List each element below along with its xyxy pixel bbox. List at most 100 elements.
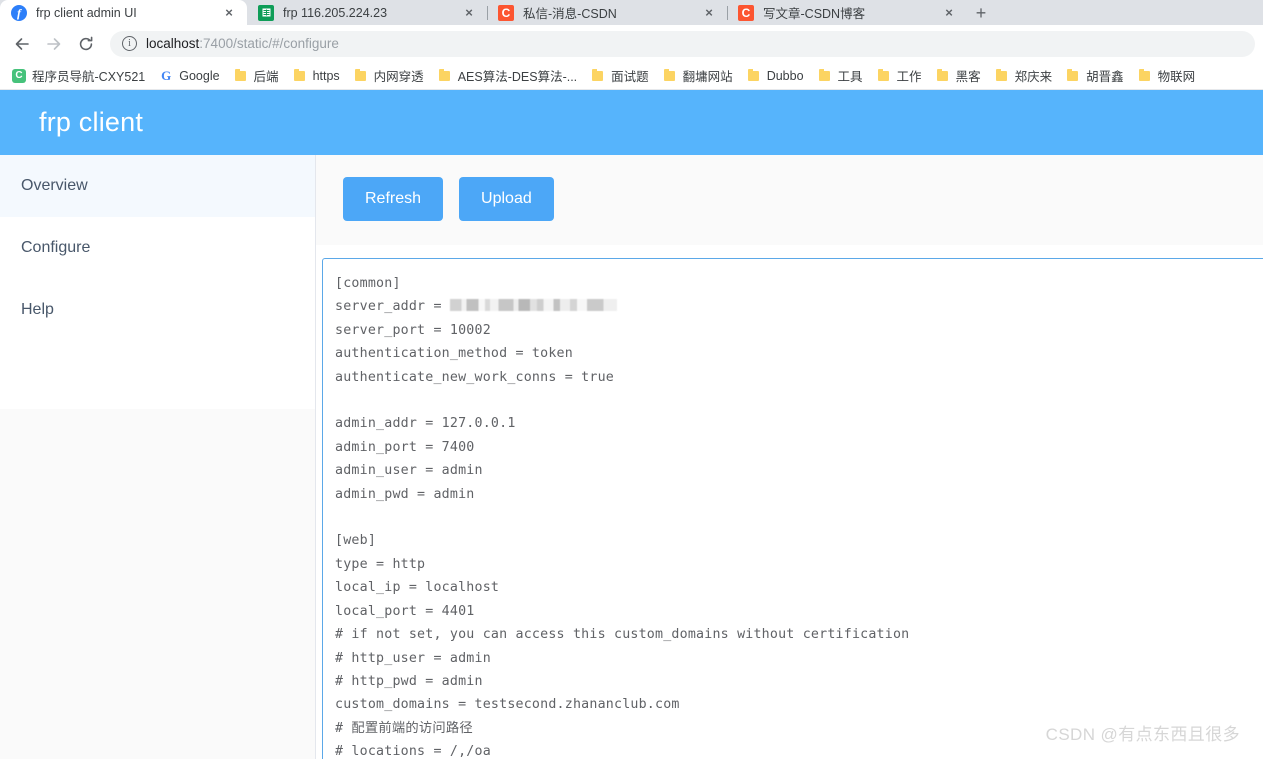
config-line: # if not set, you can access this custom… [335, 627, 910, 643]
folder-icon [747, 68, 761, 83]
site-info-icon[interactable]: i [122, 36, 137, 51]
bookmark-item[interactable]: 黑客 [930, 64, 987, 87]
bookmark-item[interactable]: 后端 [228, 64, 285, 87]
config-textarea[interactable]: [common] server_addr = server_port = 100… [322, 258, 1263, 759]
folder-icon [1138, 68, 1152, 83]
config-line: local_ip = localhost [335, 580, 500, 596]
sidebar: Overview Configure Help [0, 155, 316, 409]
bookmark-label: https [312, 68, 340, 83]
url-host: localhost [146, 36, 200, 51]
bookmark-label: 郑庆来 [1014, 70, 1053, 84]
bookmark-item[interactable]: 物联网 [1132, 64, 1202, 87]
redacted-value [449, 299, 617, 312]
csdn-icon: C [738, 4, 754, 21]
config-line: # http_pwd = admin [335, 673, 483, 689]
bookmark-label: 翻墉网站 [682, 70, 733, 84]
bookmark-label: 胡晋鑫 [1086, 70, 1124, 84]
tab-title: 写文章-CSDN博客 [763, 7, 866, 21]
bookmark-item[interactable]: 工具 [812, 64, 869, 87]
tab-title: frp client admin UI [36, 5, 137, 20]
bookmark-label: 黑客 [955, 70, 981, 84]
bookmark-label: 物联网 [1157, 70, 1196, 84]
close-icon[interactable]: × [217, 1, 241, 25]
folder-icon [663, 68, 677, 83]
url-path: :7400/static/#/configure [199, 36, 339, 51]
bookmark-label: 面试题 [611, 70, 649, 84]
csdn-icon: C [12, 68, 26, 83]
sidebar-item-label: Overview [21, 177, 88, 194]
action-toolbar: Refresh Upload [316, 155, 1263, 245]
tab-strip: f frp client admin UI × frp 116.205.224.… [0, 0, 1263, 25]
bookmark-label: 工具 [837, 70, 863, 84]
reload-icon[interactable] [72, 30, 100, 58]
bookmark-item[interactable]: Dubbo [741, 67, 810, 85]
sidebar-item-label: Help [21, 301, 54, 318]
page-content: frp client Overview Configure Help Refre… [0, 90, 1263, 759]
bookmark-label: 内网穿透 [373, 70, 424, 84]
bookmark-label: 后端 [253, 70, 279, 84]
close-icon[interactable]: × [457, 1, 481, 25]
csdn-icon: C [498, 4, 514, 21]
sidebar-item-help[interactable]: Help [0, 279, 315, 341]
bookmark-item[interactable]: 工作 [871, 64, 928, 87]
address-bar[interactable]: i localhost:7400/static/#/configure [110, 30, 1255, 57]
browser-tab-1[interactable]: f frp client admin UI × [0, 0, 247, 25]
folder-icon [293, 68, 307, 83]
folder-icon [438, 68, 452, 83]
frp-icon: f [11, 4, 27, 21]
new-tab-button[interactable]: + [967, 0, 995, 25]
tab-title: 私信-消息-CSDN [523, 7, 617, 21]
bookmark-item[interactable]: 胡晋鑫 [1060, 64, 1130, 87]
bookmark-item[interactable]: 面试题 [585, 64, 655, 87]
config-line: authenticate_new_work_conns = true [335, 369, 614, 385]
config-line: authentication_method = token [335, 346, 573, 362]
bookmark-label: 程序员导航-CXY521 [32, 70, 146, 84]
bookmark-item[interactable]: 郑庆来 [989, 64, 1059, 87]
bookmark-item[interactable]: C 程序员导航-CXY521 [6, 64, 151, 87]
sidebar-item-configure[interactable]: Configure [0, 217, 315, 279]
config-line: custom_domains = testsecond.zhananclub.c… [335, 697, 680, 713]
tab-title: frp 116.205.224.23 [283, 5, 388, 20]
config-line: [common] [335, 276, 401, 291]
watermark: CSDN @有点东西且很多 [1045, 725, 1240, 744]
bookmark-item[interactable]: 翻墉网站 [657, 64, 739, 87]
sidebar-item-overview[interactable]: Overview [0, 155, 315, 217]
page-title: frp client [39, 107, 144, 137]
config-line: [web] [335, 533, 377, 549]
forward-icon[interactable] [40, 30, 68, 58]
folder-icon [354, 68, 368, 83]
browser-tab-4[interactable]: C 写文章-CSDN博客 × [727, 0, 967, 25]
google-icon: G [161, 68, 172, 83]
main-panel: Refresh Upload [common] server_addr = se… [316, 155, 1263, 759]
config-line: # 配置前端的访问路径 [335, 720, 473, 736]
config-line: admin_user = admin [335, 463, 483, 479]
config-line-server-addr: server_addr = [335, 299, 450, 315]
sidebar-item-label: Configure [21, 239, 91, 256]
refresh-button[interactable]: Refresh [343, 177, 444, 221]
folder-icon [936, 68, 950, 83]
bookmark-item[interactable]: AES算法-DES算法-... [432, 64, 583, 87]
bookmark-label: Dubbo [766, 68, 804, 83]
bookmark-item[interactable]: https [287, 67, 346, 85]
bookmark-label: 工作 [896, 70, 922, 84]
close-icon[interactable]: × [937, 1, 961, 25]
folder-icon [995, 68, 1009, 83]
browser-toolbar: i localhost:7400/static/#/configure [0, 25, 1263, 62]
config-line: type = http [335, 556, 426, 572]
close-icon[interactable]: × [697, 1, 721, 25]
browser-tab-3[interactable]: C 私信-消息-CSDN × [487, 0, 727, 25]
folder-icon [591, 68, 605, 83]
back-icon[interactable] [8, 30, 36, 58]
sidebar-background-filler [0, 409, 316, 759]
config-text: [common] server_addr = server_port = 100… [335, 272, 1263, 759]
bookmark-label: Google [179, 68, 220, 83]
folder-icon [818, 68, 832, 83]
upload-button[interactable]: Upload [459, 177, 554, 221]
config-line: admin_port = 7400 [335, 439, 475, 455]
browser-tab-2[interactable]: frp 116.205.224.23 × [247, 0, 487, 25]
bookmark-item[interactable]: 内网穿透 [348, 64, 430, 87]
config-line: # locations = /,/oa [335, 744, 491, 759]
bookmarks-bar: C 程序员导航-CXY521 G Google 后端 https 内网穿透 AE… [0, 62, 1263, 90]
folder-icon [1066, 68, 1080, 83]
bookmark-item[interactable]: G Google [153, 67, 225, 85]
